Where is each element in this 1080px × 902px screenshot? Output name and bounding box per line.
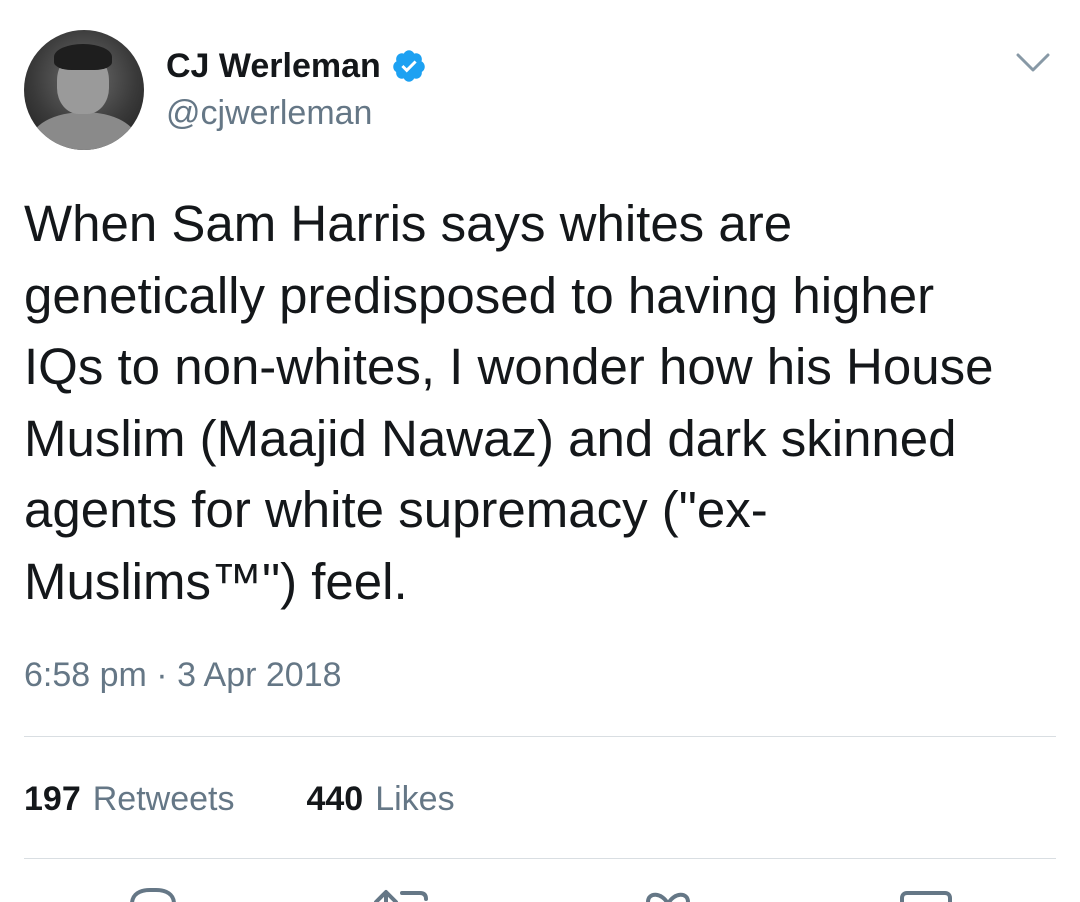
verified-badge-icon — [393, 50, 425, 82]
retweets-stat[interactable]: 197 Retweets — [24, 780, 234, 819]
action-bar — [0, 880, 1080, 902]
engagement-stats: 197 Retweets 440 Likes — [24, 780, 527, 819]
retweet-button[interactable] — [372, 880, 436, 902]
like-button[interactable] — [636, 880, 700, 902]
author-name-row: CJ Werleman — [166, 44, 427, 88]
divider-top — [24, 736, 1056, 737]
reply-button[interactable] — [120, 880, 184, 902]
likes-stat[interactable]: 440 Likes — [306, 780, 454, 819]
likes-label: Likes — [375, 780, 455, 818]
author-handle[interactable]: @cjwerleman — [166, 94, 372, 133]
tweet-options-button[interactable] — [1010, 46, 1056, 80]
retweet-icon — [374, 890, 428, 902]
tweet-card: CJ Werleman @cjwerleman When Sam Harris … — [0, 0, 1080, 902]
tweet-text: When Sam Harris says whites are genetica… — [24, 195, 994, 610]
tweet-timestamp[interactable]: 6:58 pm · 3 Apr 2018 — [24, 656, 342, 695]
divider-bottom — [24, 858, 1056, 859]
share-icon — [900, 891, 952, 902]
retweets-label: Retweets — [92, 780, 235, 818]
author-display-name[interactable]: CJ Werleman — [166, 47, 381, 86]
chevron-down-icon — [1016, 53, 1050, 72]
heart-icon — [646, 892, 690, 902]
avatar-body — [30, 112, 138, 150]
avatar-hair — [54, 44, 112, 70]
likes-count: 440 — [306, 780, 364, 818]
reply-icon — [130, 888, 176, 902]
share-button[interactable] — [894, 880, 958, 902]
retweets-count: 197 — [24, 780, 81, 818]
avatar[interactable] — [24, 30, 144, 150]
